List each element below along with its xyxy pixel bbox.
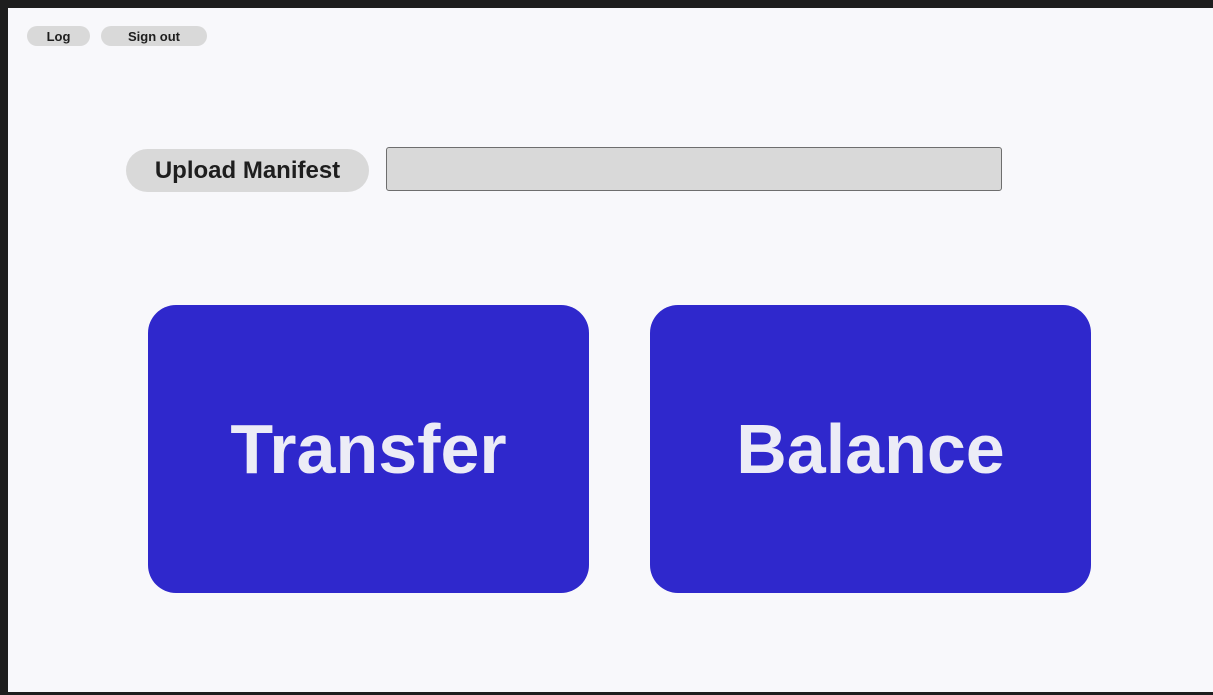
manifest-file-field[interactable] (386, 147, 1002, 191)
sign-out-button[interactable]: Sign out (101, 26, 207, 46)
balance-button[interactable]: Balance (650, 305, 1091, 593)
upload-manifest-button[interactable]: Upload Manifest (126, 149, 369, 192)
transfer-button[interactable]: Transfer (148, 305, 589, 593)
log-button[interactable]: Log (27, 26, 90, 46)
app-frame: Log Sign out Upload Manifest Transfer Ba… (8, 8, 1213, 692)
